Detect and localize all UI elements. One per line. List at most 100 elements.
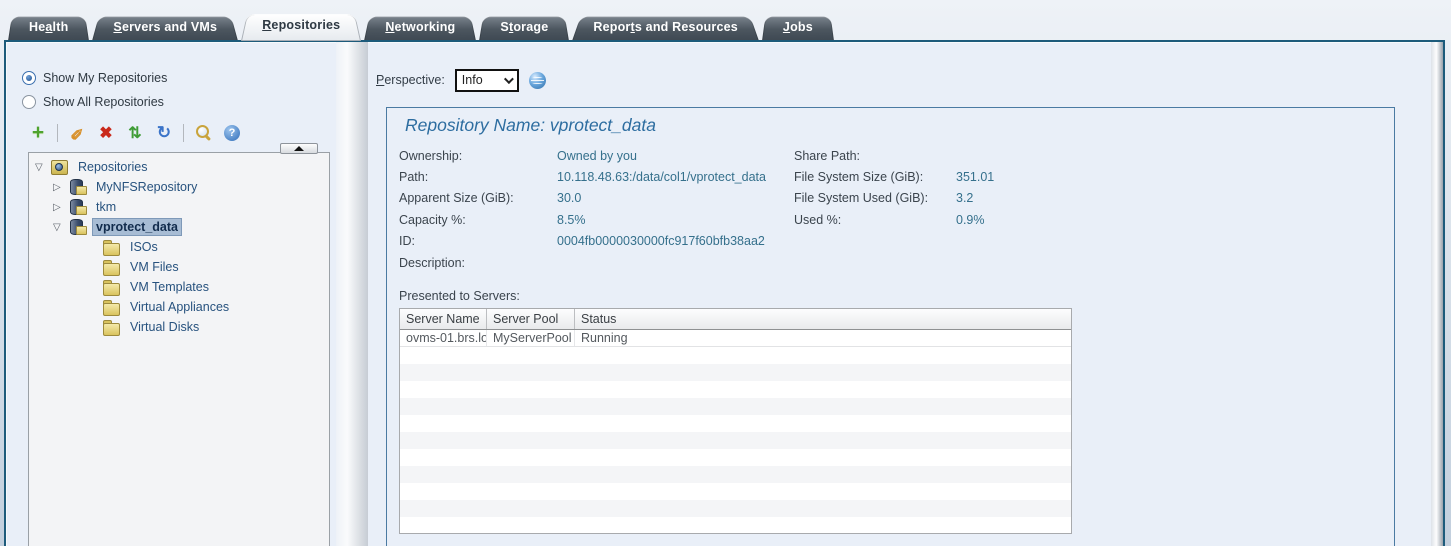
repository-fields: Ownership:Owned by you Path:10.118.48.63… (399, 145, 1394, 273)
repositories-sidebar: Show My Repositories Show All Repositori… (6, 42, 336, 546)
tree-node-icon (51, 159, 69, 175)
radio-option[interactable]: Show All Repositories (22, 90, 332, 114)
radio-option[interactable]: Show My Repositories (22, 66, 332, 90)
server-name-cell: ovms-01.brs.local (400, 330, 487, 346)
present-unpresent-icon[interactable]: ⇅ (125, 123, 145, 143)
tree-node-icon (103, 319, 121, 335)
perspective-label: Perspective: (376, 73, 445, 87)
table-column-header[interactable]: Server Name (400, 309, 487, 329)
table-column-header[interactable]: Status (575, 309, 1071, 329)
table-empty-area (400, 347, 1071, 533)
repository-info-box: Repository Name: vprotect_data Ownership… (386, 107, 1395, 546)
main-content-frame: Show My Repositories Show All Repositori… (4, 40, 1445, 546)
field-label: File System Used (GiB): (794, 191, 956, 205)
presented-to-servers-label: Presented to Servers: (399, 289, 1394, 303)
tree-expander-icon[interactable]: ▷ (53, 182, 69, 193)
field-value: 10.118.48.63:/data/col1/vprotect_data (557, 170, 794, 184)
table-column-header[interactable]: Server Pool (487, 309, 575, 329)
tree-expander-icon[interactable]: ▷ (53, 202, 69, 213)
field-label: Apparent Size (GiB): (399, 191, 557, 205)
tab[interactable]: Storage (479, 14, 569, 41)
tree-item[interactable]: ISOs (29, 237, 329, 257)
top-tab-bar: Health Servers and VMs Repositories Netw… (0, 0, 1451, 41)
delete-icon[interactable]: ✖ (96, 123, 116, 143)
radio-icon[interactable] (22, 71, 36, 85)
toolbar-divider (57, 124, 58, 142)
server-pool-cell: MyServerPool (487, 330, 575, 346)
tab[interactable]: Reports and Resources (572, 14, 759, 41)
repository-name-title: Repository Name: vprotect_data (405, 115, 1394, 136)
field-value: 0004fb0000030000fc917f60bfb38aa2 (557, 234, 794, 248)
perspective-select-value: Info (462, 73, 483, 87)
find-icon[interactable] (193, 123, 213, 143)
perspective-select[interactable]: Info (455, 69, 519, 92)
tab[interactable]: Jobs (762, 14, 834, 41)
fields-right-column: Share Path: File System Size (GiB):351.0… (794, 145, 1156, 273)
tree-item[interactable]: ▽ Repositories (29, 157, 329, 177)
tree-item-label: Repositories (75, 159, 150, 175)
tab-label: Networking (385, 20, 455, 34)
tree-item[interactable]: VM Templates (29, 277, 329, 297)
tree-item-label: ISOs (127, 239, 161, 255)
repositories-tree: ▽ Repositories ▷ MyNFSRepository ▷ tkm (28, 152, 330, 546)
chevron-down-icon (504, 74, 514, 84)
tree-item-label: Virtual Disks (127, 319, 202, 335)
field-label: Path: (399, 170, 557, 184)
field-value: 30.0 (557, 191, 794, 205)
tree-item-label: VM Files (127, 259, 182, 275)
tree-expander-icon[interactable]: ▽ (35, 162, 51, 173)
field-label: File System Size (GiB): (794, 170, 956, 184)
add-icon[interactable]: + (28, 123, 48, 143)
tab-label: Jobs (783, 20, 813, 34)
vertical-scrollbar[interactable] (1431, 42, 1443, 546)
perspective-row: Perspective: Info (376, 68, 1419, 92)
tree-item[interactable]: ▷ tkm (29, 197, 329, 217)
status-cell: Running (575, 330, 1071, 346)
panel-splitter[interactable] (336, 42, 368, 546)
tree-item-label: Virtual Appliances (127, 299, 232, 315)
tree-node-icon (103, 239, 121, 255)
tab[interactable]: Networking (364, 14, 476, 41)
collapse-up-triangle-icon (294, 146, 304, 151)
tree-item[interactable]: ▽ vprotect_data (29, 217, 329, 237)
refresh-icon[interactable]: ↻ (154, 123, 174, 143)
tab[interactable]: Servers and VMs (92, 14, 238, 41)
info-globe-icon[interactable] (529, 72, 546, 89)
tree-item[interactable]: Virtual Disks (29, 317, 329, 337)
field-label: Capacity %: (399, 213, 557, 227)
presented-servers-table: Server Name Server Pool Status ovms-01.b… (399, 308, 1072, 534)
fields-left-column: Ownership:Owned by you Path:10.118.48.63… (399, 145, 794, 273)
table-row[interactable]: ovms-01.brs.local MyServerPool Running (400, 330, 1071, 347)
tree-item-label: VM Templates (127, 279, 212, 295)
field-label: Ownership: (399, 149, 557, 163)
radio-label: Show My Repositories (43, 71, 167, 85)
field-value: 351.01 (956, 170, 1156, 184)
edit-icon[interactable]: ✎ (67, 123, 87, 143)
field-value: 0.9% (956, 213, 1156, 227)
radio-icon[interactable] (22, 95, 36, 109)
field-value: 3.2 (956, 191, 1156, 205)
tree-item[interactable]: VM Files (29, 257, 329, 277)
tree-node-icon (69, 179, 87, 195)
tab[interactable]: Repositories (241, 11, 361, 41)
tree-item-label: tkm (93, 199, 119, 215)
tree-node-icon (103, 259, 121, 275)
tree-expander-icon[interactable]: ▽ (53, 222, 69, 233)
tab-label: Repositories (262, 18, 340, 32)
help-icon[interactable]: ? (224, 125, 240, 141)
tab-label: Storage (500, 20, 548, 34)
tree-item[interactable]: ▷ MyNFSRepository (29, 177, 329, 197)
tree-item-label: MyNFSRepository (93, 179, 200, 195)
tree-item[interactable]: Virtual Appliances (29, 297, 329, 317)
collapse-panel-button[interactable] (280, 143, 318, 154)
field-label: Share Path: (794, 149, 956, 163)
tab-label: Health (29, 20, 68, 34)
tree-node-icon (103, 299, 121, 315)
toolbar-divider (183, 124, 184, 142)
tab-label: Servers and VMs (113, 20, 217, 34)
field-label: Description: (399, 256, 557, 270)
table-header-row: Server Name Server Pool Status (400, 309, 1071, 330)
tree-node-icon (69, 219, 87, 235)
tab[interactable]: Health (8, 14, 89, 41)
tree-item-label: vprotect_data (93, 219, 181, 235)
